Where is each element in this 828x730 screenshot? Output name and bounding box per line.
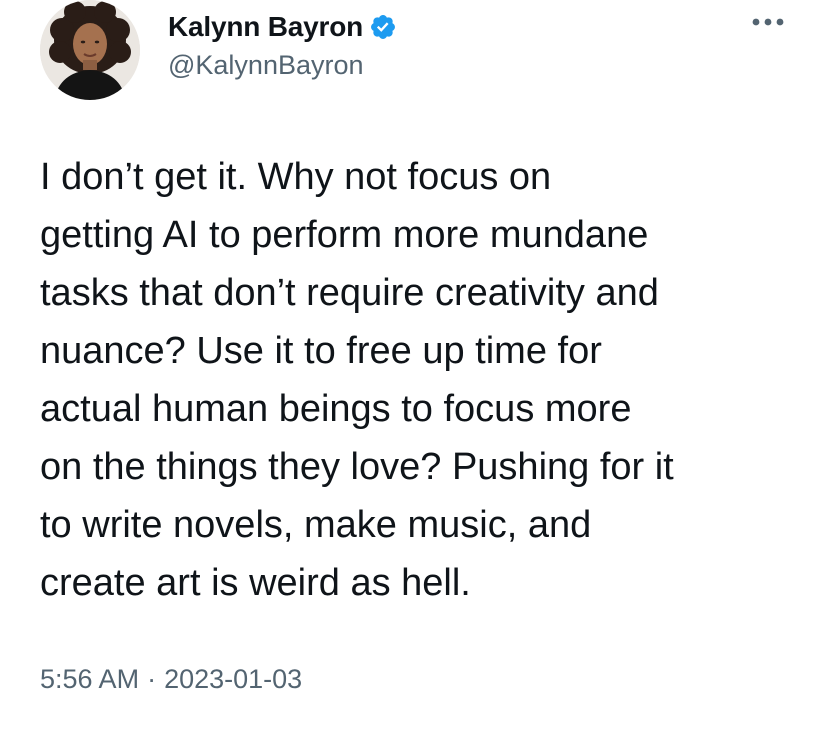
author-name[interactable]: Kalynn Bayron xyxy=(168,11,363,43)
tweet-text-line: actual human beings to focus more xyxy=(40,388,632,430)
tweet-text-line: to write novels, make music, and xyxy=(40,504,592,546)
tweet-text-line: nuance? Use it to free up time for xyxy=(40,330,602,372)
more-dots-icon xyxy=(752,18,784,26)
author-handle[interactable]: @KalynnBayron xyxy=(168,50,364,81)
tweet-timestamp[interactable]: 5:56 AM · 2023-01-03 xyxy=(40,664,302,695)
tweet-text-line: on the things they love? Pushing for it xyxy=(40,446,674,488)
tweet-text: I don’t get it. Why not focus on getting… xyxy=(40,148,810,612)
profile-photo-icon xyxy=(40,0,140,100)
verified-badge-icon xyxy=(369,13,397,41)
author-avatar[interactable] xyxy=(40,0,140,100)
meta-separator: · xyxy=(147,664,157,694)
author-name-row[interactable]: Kalynn Bayron xyxy=(168,10,397,44)
tweet-time[interactable]: 5:56 AM xyxy=(40,664,139,694)
more-options-button[interactable] xyxy=(748,10,788,34)
tweet-date[interactable]: 2023-01-03 xyxy=(164,664,302,694)
tweet-text-line: I don’t get it. Why not focus on xyxy=(40,156,552,198)
tweet-card: Kalynn Bayron @KalynnBayron I don’t get … xyxy=(0,0,828,730)
tweet-text-line: create art is weird as hell. xyxy=(40,562,471,604)
tweet-text-line: tasks that don’t require creativity and xyxy=(40,272,659,314)
tweet-text-line: getting AI to perform more mundane xyxy=(40,214,649,256)
